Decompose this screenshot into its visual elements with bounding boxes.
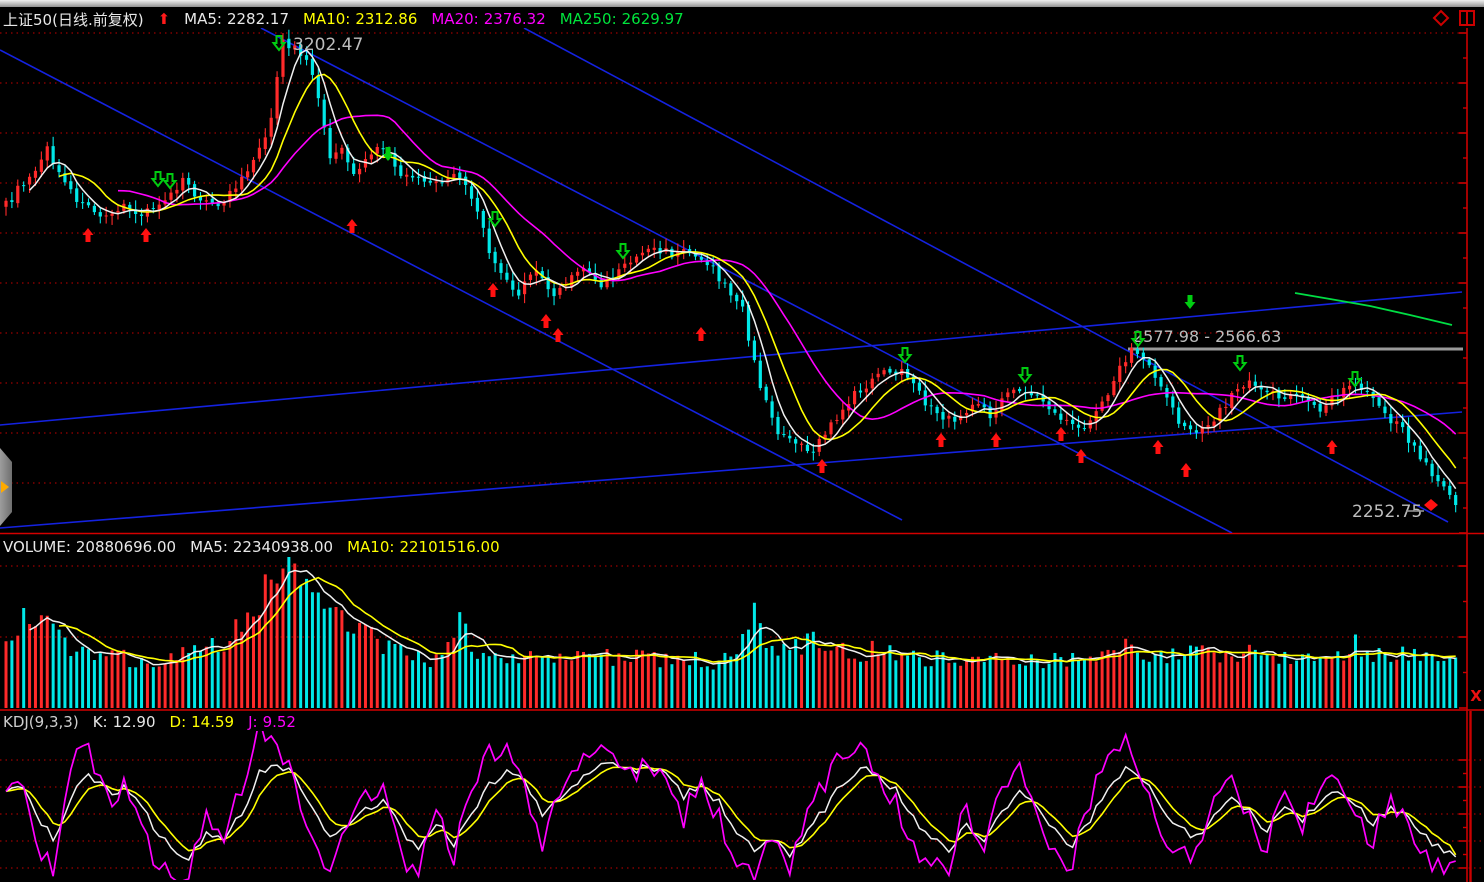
volume-ma10-label: MA10:	[347, 538, 394, 556]
up-arrow-icon: ⬆	[158, 10, 171, 28]
chart-canvas[interactable]: 2577.98 - 2566.63 3202.47 2252.75	[0, 0, 1484, 882]
app-window: 上证50(日线.前复权) ⬆ MA5:2282.17 MA10:2312.86 …	[0, 0, 1484, 882]
volume-value: 20880696.00	[76, 538, 176, 556]
indicator-close-button[interactable]: X	[1468, 687, 1484, 705]
last-price-label: 2252.75	[1352, 502, 1422, 522]
trendlines	[0, 28, 1462, 533]
signal-arrows	[83, 36, 1361, 477]
kdj-j-value: 9.52	[263, 713, 296, 731]
kdj-d-value: 14.59	[191, 713, 234, 731]
volume-ma5-label: MA5:	[190, 538, 228, 556]
chart-toolbar	[1432, 9, 1476, 27]
ma20-label: MA20:	[431, 10, 478, 28]
split-window-icon[interactable]	[1458, 9, 1476, 27]
price-axis	[1459, 28, 1471, 882]
kdj-j-label: J:	[248, 713, 257, 731]
ma10-value: 2312.86	[355, 10, 417, 28]
ma250-label: MA250:	[560, 10, 617, 28]
kdj-lines	[6, 719, 1456, 881]
kdj-k-value: 12.90	[113, 713, 156, 731]
volume-label: VOLUME:	[3, 538, 71, 556]
instrument-title: 上证50(日线.前复权)	[3, 9, 144, 30]
volume-bars	[6, 557, 1456, 708]
volume-panel-header: VOLUME: 20880696.00 MA5: 22340938.00 MA10:…	[3, 537, 500, 557]
kdj-panel-header: KDJ(9,3,3) K: 12.90 D:14.59 J: 9.52	[3, 712, 296, 732]
ma5-value: 2282.17	[227, 10, 289, 28]
measure-line-label: 2577.98 - 2566.63	[1133, 327, 1281, 346]
ma250-line	[1295, 293, 1452, 325]
gridlines	[0, 33, 1484, 868]
ma250-value: 2629.97	[622, 10, 684, 28]
peak-price-label: 3202.47	[293, 35, 363, 55]
price-panel-header: 上证50(日线.前复权) ⬆ MA5:2282.17 MA10:2312.86 …	[3, 9, 684, 29]
candles	[4, 30, 1457, 513]
ma10-label: MA10:	[303, 10, 350, 28]
diamond-marker-icon[interactable]	[1432, 9, 1450, 27]
ma5-label: MA5:	[184, 10, 222, 28]
right-triangle-icon	[1, 481, 9, 493]
volume-ma10-value: 22101516.00	[399, 538, 499, 556]
kdj-k-label: K:	[93, 713, 108, 731]
last-bar-marker	[1424, 499, 1438, 511]
kdj-d-label: D:	[170, 713, 187, 731]
ma20-value: 2376.32	[484, 10, 546, 28]
volume-ma5-value: 22340938.00	[233, 538, 333, 556]
kdj-label: KDJ(9,3,3)	[3, 713, 79, 731]
